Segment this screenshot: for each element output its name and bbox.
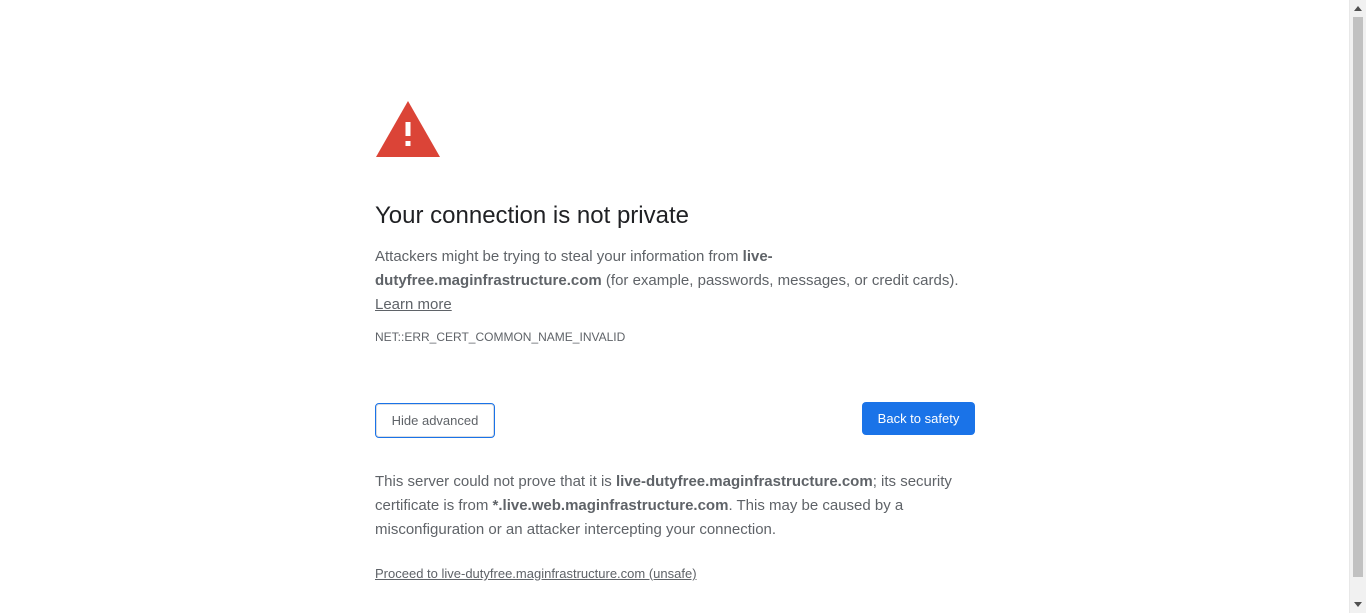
error-page: Your connection is not private Attackers… [0,0,1366,613]
proceed-unsafe-link[interactable]: Proceed to live-dutyfree.maginfrastructu… [375,566,697,582]
page-title: Your connection is not private [375,202,689,229]
description-suffix: (for example, passwords, messages, or cr… [601,272,959,289]
description-prefix: Attackers might be trying to steal your … [375,248,743,265]
hide-advanced-button[interactable]: Hide advanced [375,403,495,438]
main-message: Attackers might be trying to steal your … [375,245,965,317]
warning-triangle-icon [376,101,440,157]
error-code: NET::ERR_CERT_COMMON_NAME_INVALID [375,330,626,344]
details-part1: This server could not prove that it is [375,473,616,490]
interstitial-content: Your connection is not private Attackers… [375,100,975,581]
chevron-up-icon [1354,6,1362,11]
back-to-safety-button[interactable]: Back to safety [862,402,975,435]
details-domain: live-dutyfree.maginfrastructure.com [615,473,873,490]
vertical-scrollbar[interactable] [1349,0,1366,613]
scroll-up-button[interactable] [1350,0,1366,17]
advanced-details: This server could not prove that it is l… [375,470,965,542]
details-cert-domain: *.live.web.maginfrastructure.com [492,497,729,514]
learn-more-link[interactable]: Learn more [375,296,452,313]
chevron-down-icon [1354,602,1362,607]
button-row: Hide advanced Back to safety [375,402,975,438]
scroll-down-button[interactable] [1350,596,1366,613]
scrollbar-thumb[interactable] [1353,17,1363,577]
